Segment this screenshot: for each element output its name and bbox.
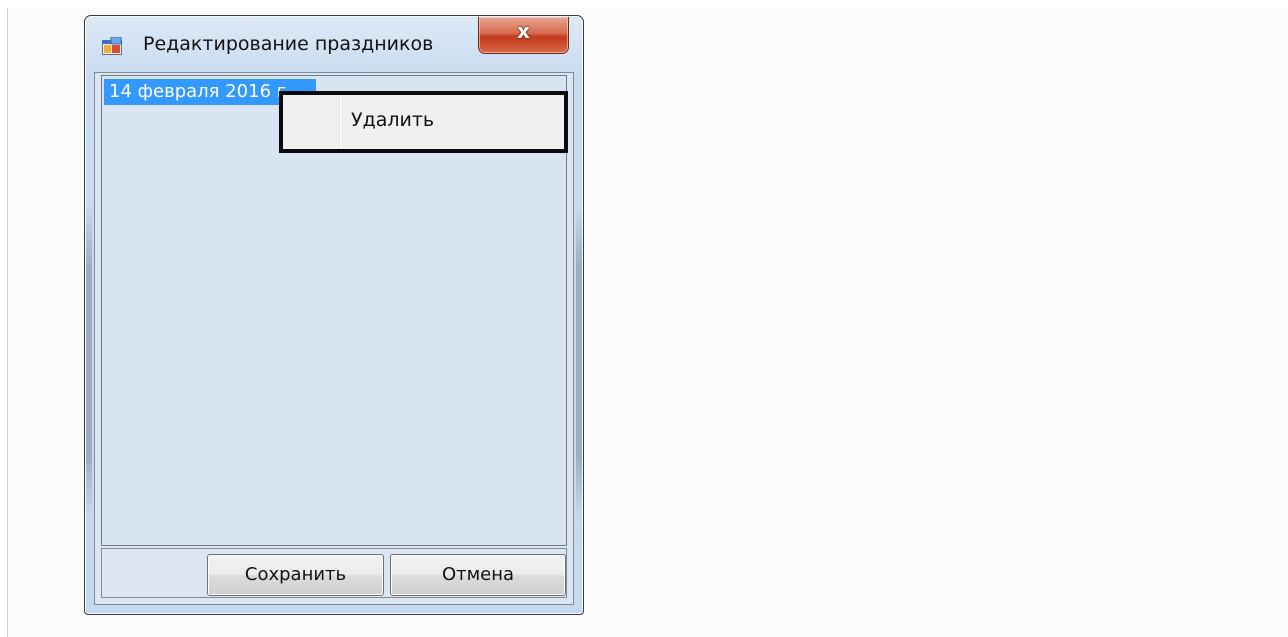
context-menu: Удалить (279, 91, 568, 153)
page-top-strip (0, 0, 1288, 8)
application-icon (102, 37, 122, 55)
close-icon: x (517, 19, 530, 43)
cancel-button[interactable]: Отмена (390, 554, 566, 596)
window-title: Редактирование праздников (143, 33, 434, 55)
close-button[interactable]: x (478, 17, 569, 54)
save-button[interactable]: Сохранить (207, 554, 384, 596)
menu-item-delete-label: Удалить (351, 109, 435, 131)
screenshot-page: Редактирование праздников x 14 февраля 2… (0, 0, 1288, 637)
button-bar: Сохранить Отмена (101, 548, 567, 598)
menu-item-delete[interactable]: Удалить (287, 97, 560, 146)
page-left-rule (0, 8, 8, 637)
title-bar[interactable]: Редактирование праздников x (85, 16, 583, 72)
